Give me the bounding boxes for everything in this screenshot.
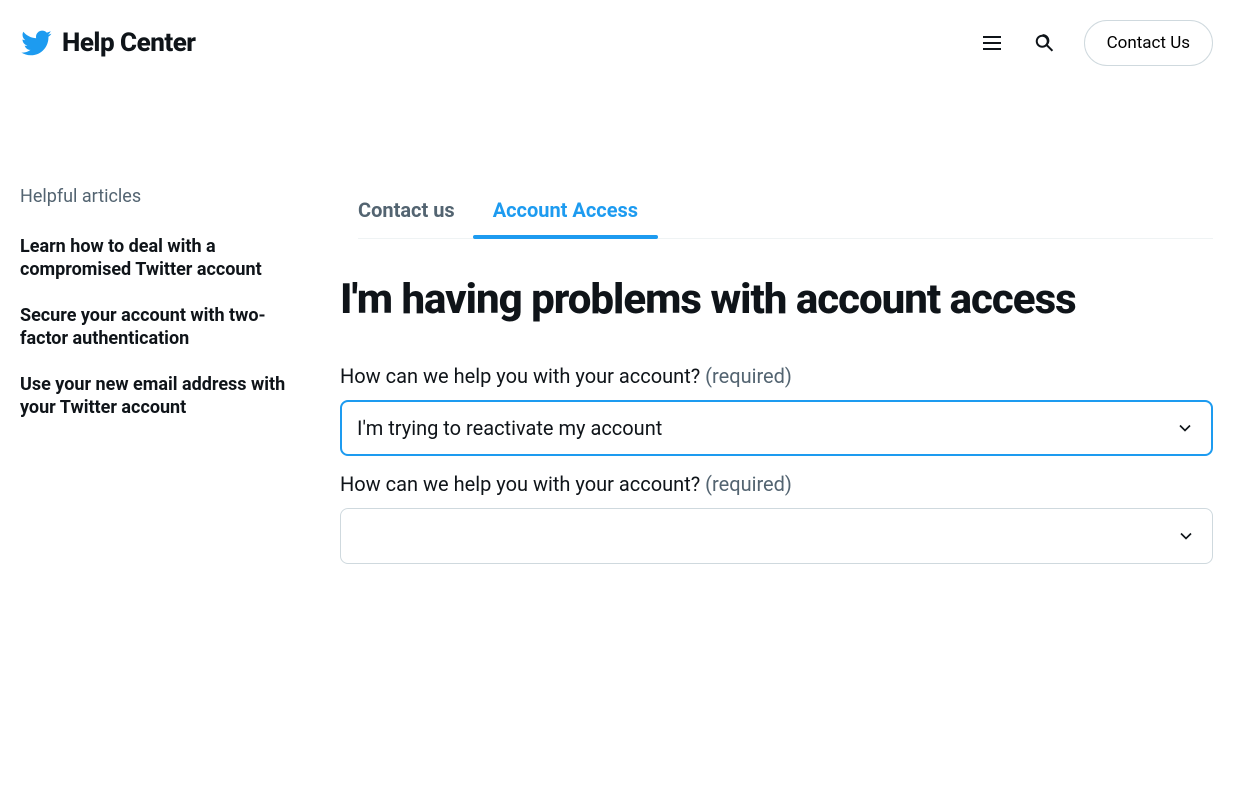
chevron-down-icon [1176, 526, 1196, 546]
twitter-bird-icon [20, 27, 52, 59]
help-center-title: Help Center [62, 28, 196, 58]
header-right: Contact Us [980, 20, 1213, 66]
menu-icon[interactable] [980, 31, 1004, 55]
article-link[interactable]: Use your new email address with your Twi… [20, 373, 300, 420]
form-field-2: How can we help you with your account? (… [340, 472, 1213, 564]
field-required-text: (required) [705, 472, 792, 496]
breadcrumb-contact-us[interactable]: Contact us [358, 198, 455, 238]
sidebar: Helpful articles Learn how to deal with … [20, 86, 300, 580]
article-link[interactable]: Secure your account with two-factor auth… [20, 304, 300, 351]
select-value: I'm trying to reactivate my account [357, 416, 662, 440]
page-title: I'm having problems with account access [340, 275, 1213, 324]
breadcrumb-account-access[interactable]: Account Access [493, 198, 638, 238]
header: Help Center Contact Us [0, 0, 1233, 86]
field-label-text: How can we help you with your account? [340, 472, 700, 496]
search-icon[interactable] [1032, 31, 1056, 55]
field-label: How can we help you with your account? (… [340, 364, 1213, 388]
chevron-down-icon [1175, 418, 1195, 438]
page-body: Helpful articles Learn how to deal with … [0, 86, 1233, 580]
help-select-2[interactable] [340, 508, 1213, 564]
main-content: Contact us Account Access I'm having pro… [340, 86, 1213, 580]
breadcrumb: Contact us Account Access [358, 198, 1213, 239]
contact-us-button[interactable]: Contact Us [1084, 20, 1213, 66]
article-link[interactable]: Learn how to deal with a compromised Twi… [20, 235, 300, 282]
help-select-1[interactable]: I'm trying to reactivate my account [340, 400, 1213, 456]
form-field-1: How can we help you with your account? (… [340, 364, 1213, 456]
field-label-text: How can we help you with your account? [340, 364, 700, 388]
field-required-text: (required) [705, 364, 792, 388]
logo-area[interactable]: Help Center [20, 27, 196, 59]
field-label: How can we help you with your account? (… [340, 472, 1213, 496]
sidebar-heading: Helpful articles [20, 186, 300, 207]
